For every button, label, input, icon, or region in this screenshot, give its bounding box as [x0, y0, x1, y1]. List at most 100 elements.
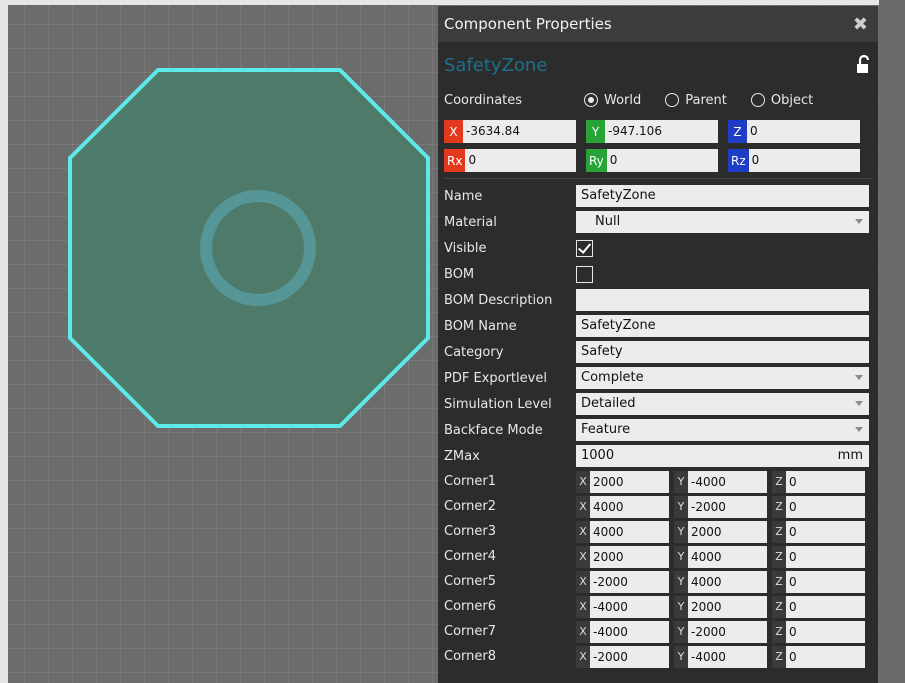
corner-x-field[interactable]: X 4000 [576, 495, 669, 518]
radio-object-dot[interactable] [750, 93, 765, 107]
corner-y-value[interactable]: 2000 [688, 521, 722, 543]
corner-z-value[interactable]: 0 [786, 646, 797, 668]
position-y-field[interactable]: Y -947.106 [586, 120, 718, 143]
radio-parent-dot[interactable] [665, 93, 680, 107]
component-name: SafetyZone [444, 54, 548, 76]
corners-list: Corner1 X 2000 Y -4000 Z 0 Corner2 X 4000 Y -2000 Z 0… [444, 469, 872, 669]
corner-x-value[interactable]: -4000 [590, 621, 628, 643]
rx-axis-tag: Rx [444, 149, 466, 172]
corner-x-field[interactable]: X -2000 [576, 645, 669, 668]
corner-x-field[interactable]: X -4000 [576, 595, 669, 618]
chevron-down-icon[interactable] [855, 219, 863, 224]
bom-name-input[interactable]: SafetyZone [576, 315, 869, 337]
corner-z-field[interactable]: Z0 [772, 620, 865, 643]
category-input[interactable]: Safety [576, 341, 869, 363]
rotation-rz-field[interactable]: Rz 0 [728, 149, 860, 172]
corner-y-value[interactable]: 2000 [688, 596, 722, 618]
prop-material-row: Material Null [444, 209, 872, 235]
corner-y-field[interactable]: Y -4000 [674, 470, 767, 493]
corner-y-field[interactable]: Y -2000 [674, 620, 767, 643]
position-x-field[interactable]: X -3634.84 [444, 120, 576, 143]
corner-x-field[interactable]: X -2000 [576, 570, 669, 593]
corner-x-field[interactable]: X -4000 [576, 620, 669, 643]
radio-parent[interactable]: Parent [665, 93, 727, 108]
corner-x-value[interactable]: 2000 [590, 546, 624, 568]
corner-z-value[interactable]: 0 [786, 621, 797, 643]
corner-x-value[interactable]: 2000 [590, 471, 624, 493]
corner-x-value[interactable]: -2000 [590, 571, 628, 593]
corner-y-field[interactable]: Y 4000 [674, 570, 767, 593]
corner-z-field[interactable]: Z0 [772, 470, 865, 493]
backface-mode-dropdown[interactable]: Feature [576, 419, 869, 441]
corner-z-value[interactable]: 0 [786, 471, 797, 493]
corner-y-value[interactable]: -4000 [688, 471, 726, 493]
unlock-icon[interactable] [856, 54, 872, 75]
ry-axis-tag: Ry [586, 149, 607, 172]
zmax-label: ZMax [444, 448, 480, 464]
prop-backface-mode-row: Backface Mode Feature [444, 417, 872, 443]
corner-x-field[interactable]: X 2000 [576, 470, 669, 493]
rotation-ry-value[interactable]: 0 [607, 149, 618, 172]
rotation-rx-field[interactable]: Rx 0 [444, 149, 576, 172]
radio-world-label: World [604, 92, 642, 108]
corner-z-value[interactable]: 0 [786, 546, 797, 568]
rotation-ry-field[interactable]: Ry 0 [586, 149, 718, 172]
corner-y-value[interactable]: 4000 [688, 546, 722, 568]
corner-x-tag: X [576, 570, 590, 593]
corner-y-field[interactable]: Y 2000 [674, 595, 767, 618]
corner-z-field[interactable]: Z0 [772, 520, 865, 543]
simulation-level-dropdown[interactable]: Detailed [576, 393, 869, 415]
rotation-rx-value[interactable]: 0 [465, 149, 476, 172]
corner-row: Corner8 X -2000 Y -4000 Z 0 [444, 644, 872, 669]
position-z-field[interactable]: Z 0 [728, 120, 860, 143]
corner-y-value[interactable]: -2000 [688, 621, 726, 643]
chevron-down-icon[interactable] [855, 401, 863, 406]
position-z-value[interactable]: 0 [747, 120, 758, 143]
y-axis-tag: Y [586, 120, 605, 143]
prop-visible-row: Visible [444, 235, 872, 261]
visible-checkbox[interactable] [576, 239, 593, 257]
corner-x-value[interactable]: -4000 [590, 596, 628, 618]
corner-z-field[interactable]: Z0 [772, 545, 865, 568]
radio-world[interactable]: World [584, 93, 641, 108]
corner-z-field[interactable]: Z0 [772, 595, 865, 618]
corner-y-value[interactable]: 4000 [688, 571, 722, 593]
chevron-down-icon[interactable] [855, 375, 863, 380]
corner-x-tag: X [576, 495, 590, 518]
corner-z-field[interactable]: Z0 [772, 495, 865, 518]
corner-z-value[interactable]: 0 [786, 496, 797, 518]
corner-y-field[interactable]: Y 2000 [674, 520, 767, 543]
zmax-input[interactable]: 1000 mm [576, 445, 869, 467]
corner-y-value[interactable]: -4000 [688, 646, 726, 668]
corner-z-value[interactable]: 0 [786, 521, 797, 543]
pdf-exportlevel-dropdown[interactable]: Complete [576, 367, 869, 389]
corner-z-field[interactable]: Z0 [772, 570, 865, 593]
name-input[interactable]: SafetyZone [576, 185, 869, 207]
chevron-down-icon[interactable] [855, 427, 863, 432]
material-dropdown[interactable]: Null [576, 211, 869, 233]
safety-zone-octagon[interactable] [68, 68, 430, 428]
corner-z-field[interactable]: Z0 [772, 645, 865, 668]
rotation-rz-value[interactable]: 0 [749, 149, 760, 172]
radio-object[interactable]: Object [750, 93, 813, 108]
corner-label: Corner8 [444, 649, 496, 664]
close-icon[interactable]: ✖ [853, 14, 868, 35]
corner-z-value[interactable]: 0 [786, 571, 797, 593]
position-y-value[interactable]: -947.106 [605, 120, 662, 143]
corner-x-field[interactable]: X 2000 [576, 545, 669, 568]
corner-x-value[interactable]: 4000 [590, 521, 624, 543]
corner-x-field[interactable]: X 4000 [576, 520, 669, 543]
radio-world-dot[interactable] [584, 93, 598, 107]
corner-y-value[interactable]: -2000 [688, 496, 726, 518]
corner-y-field[interactable]: Y -4000 [674, 645, 767, 668]
corner-y-field[interactable]: Y -2000 [674, 495, 767, 518]
corner-row: Corner5 X -2000 Y 4000 Z 0 [444, 569, 872, 594]
position-x-value[interactable]: -3634.84 [463, 120, 520, 143]
corner-x-value[interactable]: -2000 [590, 646, 628, 668]
bom-description-input[interactable] [576, 289, 869, 311]
corner-x-value[interactable]: 4000 [590, 496, 624, 518]
safety-zone-graphic[interactable] [0, 0, 440, 683]
corner-z-value[interactable]: 0 [786, 596, 797, 618]
bom-checkbox[interactable] [576, 265, 593, 283]
corner-y-field[interactable]: Y 4000 [674, 545, 767, 568]
